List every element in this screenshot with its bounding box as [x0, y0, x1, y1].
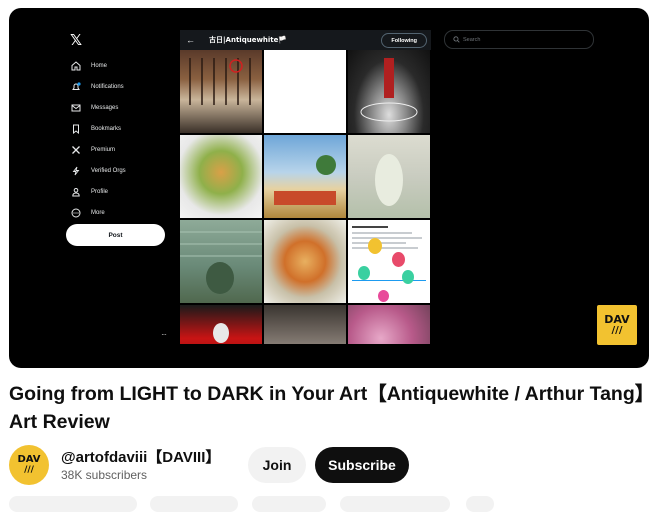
- action-chip[interactable]: [9, 496, 137, 512]
- home-icon: [70, 60, 82, 72]
- x-premium-icon: [70, 144, 82, 156]
- artwork-thumbnail: [180, 305, 262, 344]
- search-icon: [453, 36, 460, 43]
- artwork-thumbnail: [180, 220, 262, 303]
- nav-label: Notifications: [91, 83, 124, 90]
- action-chip[interactable]: [340, 496, 450, 512]
- nav-label: More: [91, 209, 105, 216]
- mail-icon: [70, 102, 82, 114]
- avatar-ticks: ///: [24, 465, 34, 475]
- feed-header: ← 古日|Antiquewhite🏳️ Following: [180, 30, 431, 50]
- search-box: Search: [444, 30, 594, 49]
- artwork-thumbnail: [348, 305, 430, 344]
- artwork-thumbnail: [348, 50, 430, 133]
- artwork-thumbnail: [264, 135, 346, 218]
- artwork-thumbnail: [264, 305, 346, 344]
- bookmark-icon: [70, 123, 82, 135]
- nav-label: Profile: [91, 188, 109, 195]
- bell-icon: [70, 81, 82, 93]
- profile-media-feed: ← 古日|Antiquewhite🏳️ Following: [180, 30, 431, 344]
- nav-item-verified-orgs: Verified Orgs: [70, 160, 180, 181]
- media-grid: [180, 50, 430, 344]
- nav-label: Bookmarks: [91, 125, 122, 132]
- channel-watermark-logo[interactable]: DAV ///: [597, 305, 637, 345]
- channel-avatar[interactable]: DAV ///: [9, 445, 49, 485]
- nav-item-notifications: Notifications: [70, 76, 180, 97]
- nav-label: Verified Orgs: [91, 167, 126, 174]
- more-dots-icon: ···: [161, 330, 167, 339]
- artwork-thumbnail: [264, 220, 346, 303]
- nav-label: Premium: [91, 146, 116, 153]
- subscribe-button[interactable]: Subscribe: [315, 447, 409, 483]
- profile-screenshot-thumbnail: [348, 220, 430, 303]
- avatar-text: DAV: [17, 454, 41, 465]
- video-title: Going from LIGHT to DARK in Your Art【Ant…: [9, 383, 645, 433]
- channel-name-link[interactable]: @artofdaviii【DAVIII】: [61, 446, 220, 467]
- artwork-thumbnail: [180, 50, 262, 133]
- back-arrow-icon: ←: [186, 35, 195, 45]
- nav-item-messages: Messages: [70, 97, 180, 118]
- action-chip[interactable]: [150, 496, 238, 512]
- action-chip[interactable]: [466, 496, 494, 512]
- nav-item-home: Home: [70, 55, 180, 76]
- nav-item-more: More: [70, 202, 180, 223]
- artwork-thumbnail: [348, 135, 430, 218]
- nav-label: Home: [91, 62, 108, 69]
- x-sidebar-nav: Home Notifications Messages Bookmarks Pr…: [70, 55, 180, 223]
- person-icon: [70, 186, 82, 198]
- join-button[interactable]: Join: [248, 447, 306, 483]
- artwork-thumbnail: [180, 135, 262, 218]
- watermark-text: DAV: [604, 313, 630, 326]
- lightning-icon: [70, 165, 82, 177]
- more-circle-icon: [70, 207, 82, 219]
- feed-title: 古日|Antiquewhite🏳️: [209, 36, 288, 44]
- search-placeholder: Search: [463, 36, 481, 43]
- action-chip[interactable]: [252, 496, 326, 512]
- subscriber-count: 38K subscribers: [61, 468, 148, 482]
- nav-item-profile: Profile: [70, 181, 180, 202]
- x-logo-icon: 𝕏: [70, 31, 83, 49]
- post-button: Post: [66, 224, 165, 246]
- nav-label: Messages: [91, 104, 119, 111]
- nav-item-premium: Premium: [70, 139, 180, 160]
- nav-item-bookmarks: Bookmarks: [70, 118, 180, 139]
- artwork-thumbnail: [264, 50, 346, 133]
- video-player[interactable]: 𝕏 Home Notifications Messages Bookmarks …: [9, 8, 649, 368]
- watermark-ticks: ///: [611, 325, 623, 336]
- following-button: Following: [381, 33, 427, 48]
